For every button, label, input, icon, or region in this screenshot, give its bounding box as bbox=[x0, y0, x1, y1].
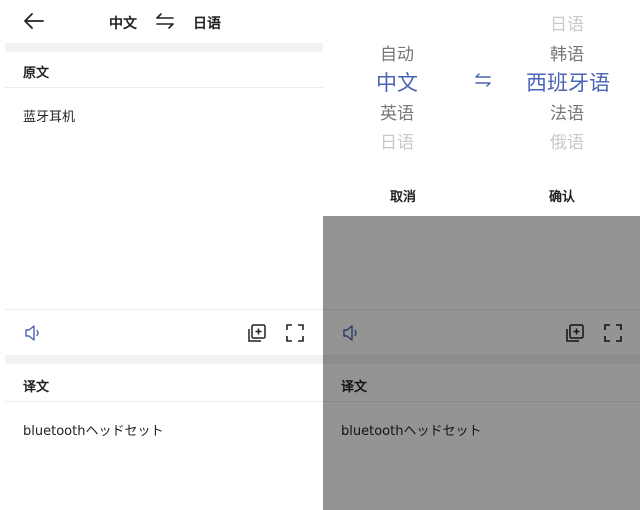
target-language-button[interactable]: 日语 bbox=[193, 13, 221, 33]
back-arrow-icon[interactable] bbox=[23, 10, 45, 32]
translator-screen-with-picker: 译文 bluetoothヘッドセット 自动 中文 英语 日语 日语 韩语 西班牙… bbox=[323, 0, 640, 510]
source-option[interactable]: 英语 bbox=[380, 99, 414, 124]
source-option[interactable]: 日语 bbox=[380, 128, 414, 153]
source-option[interactable]: 自动 bbox=[380, 40, 414, 65]
translation-title: 译文 bbox=[23, 380, 50, 395]
translator-screen: 中文 日语 原文 蓝牙耳机 译文 bluetoothヘッドセット bbox=[5, 0, 325, 510]
divider-band bbox=[5, 43, 325, 52]
fullscreen-icon[interactable] bbox=[285, 323, 305, 343]
divider bbox=[5, 401, 325, 402]
divider bbox=[5, 309, 325, 310]
swap-languages-icon[interactable] bbox=[155, 12, 175, 30]
source-option-selected[interactable]: 中文 bbox=[376, 67, 418, 97]
swap-arrows-icon bbox=[475, 73, 491, 87]
divider bbox=[5, 87, 325, 88]
target-option[interactable]: 俄语 bbox=[550, 128, 584, 153]
target-option[interactable]: 法语 bbox=[550, 99, 584, 124]
cancel-button[interactable]: 取消 bbox=[390, 186, 416, 205]
confirm-button[interactable]: 确认 bbox=[549, 186, 575, 205]
target-option[interactable]: 日语 bbox=[550, 10, 584, 35]
language-picker: 自动 中文 英语 日语 日语 韩语 西班牙语 法语 俄语 取消 确认 bbox=[323, 0, 640, 216]
target-option-selected[interactable]: 西班牙语 bbox=[526, 67, 610, 97]
divider-band bbox=[5, 355, 325, 364]
copy-icon[interactable] bbox=[247, 323, 267, 343]
original-title: 原文 bbox=[23, 66, 50, 81]
modal-overlay[interactable] bbox=[323, 216, 640, 510]
translation-text: bluetoothヘッドセット bbox=[23, 424, 164, 439]
original-text-input[interactable]: 蓝牙耳机 bbox=[23, 106, 75, 125]
top-bar: 中文 日语 bbox=[5, 0, 325, 42]
source-language-button[interactable]: 中文 bbox=[109, 13, 137, 33]
speaker-icon[interactable] bbox=[23, 323, 43, 343]
target-option[interactable]: 韩语 bbox=[550, 40, 584, 65]
